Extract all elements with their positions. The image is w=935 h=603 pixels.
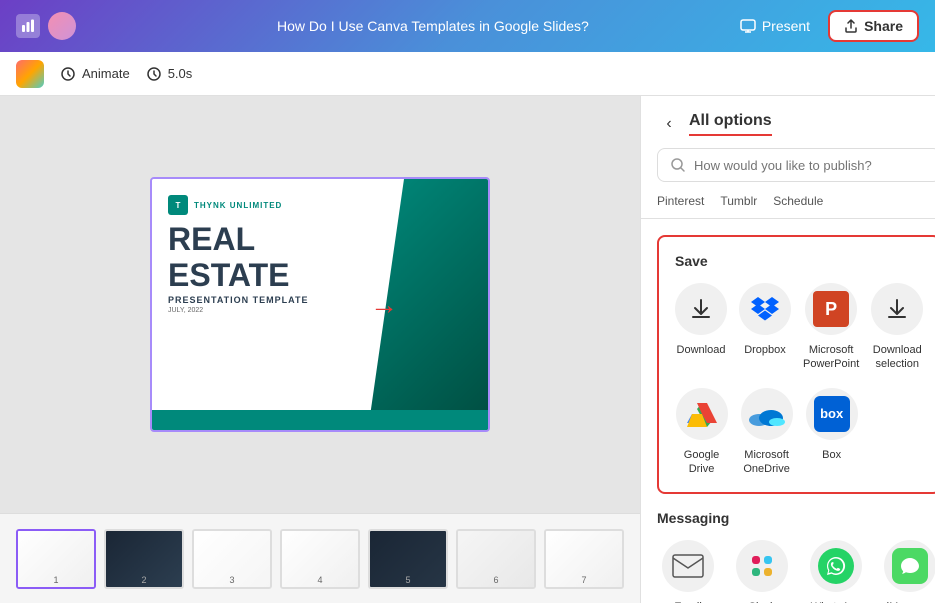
shortcut-tumblr[interactable]: Tumblr xyxy=(720,194,757,208)
email-icon-wrap xyxy=(662,540,714,592)
gdrive-label: Google Drive xyxy=(675,448,728,477)
filmstrip-slide-1[interactable]: 1 xyxy=(16,529,96,589)
save-item-powerpoint[interactable]: P Microsoft PowerPoint xyxy=(803,283,859,372)
avatar xyxy=(48,12,76,40)
ppt-icon: P xyxy=(813,291,849,327)
main-area: T THYNK UNLIMITED REAL ESTATE PRESENTATI… xyxy=(0,96,935,603)
duration-control[interactable]: 5.0s xyxy=(146,66,193,82)
messaging-item-email[interactable]: Email xyxy=(657,540,719,603)
ppt-label: Microsoft PowerPoint xyxy=(803,343,859,372)
box-icon-wrap-outer: box xyxy=(806,388,858,440)
header: How Do I Use Canva Templates in Google S… xyxy=(0,0,935,52)
ppt-icon-wrap: P xyxy=(805,283,857,335)
slide-bottom-bar xyxy=(152,410,488,430)
imessage-icon-wrap xyxy=(884,540,935,592)
whatsapp-icon-wrap xyxy=(810,540,862,592)
panel-back-button[interactable]: ‹ xyxy=(657,112,681,136)
slack-icon xyxy=(748,552,776,580)
save-item-download-selection[interactable]: Download selection xyxy=(871,283,923,372)
imessage-icon xyxy=(892,548,928,584)
panel-shortcuts: Pinterest Tumblr Schedule xyxy=(641,194,935,219)
save-item-onedrive[interactable]: Microsoft OneDrive xyxy=(740,388,793,477)
filmstrip-slide-6[interactable]: 6 xyxy=(456,529,536,589)
whatsapp-icon xyxy=(818,548,854,584)
save-item-box[interactable]: box Box xyxy=(805,388,858,477)
analytics-icon[interactable] xyxy=(16,14,40,38)
shortcut-pinterest[interactable]: Pinterest xyxy=(657,194,704,208)
shortcut-schedule[interactable]: Schedule xyxy=(773,194,823,208)
download-icon xyxy=(689,297,713,321)
dropbox-icon xyxy=(751,296,779,322)
slide-arrow: → xyxy=(370,289,398,321)
filmstrip-slide-3[interactable]: 3 xyxy=(192,529,272,589)
gdrive-icon xyxy=(687,401,717,427)
canvas-wrapper: T THYNK UNLIMITED REAL ESTATE PRESENTATI… xyxy=(0,96,640,603)
present-button[interactable]: Present xyxy=(730,12,820,40)
gdrive-icon-wrap xyxy=(676,388,728,440)
share-panel: ‹ All options Pinterest Tumblr Schedule … xyxy=(640,96,935,603)
save-item-download[interactable]: Download xyxy=(675,283,727,372)
download-selection-icon xyxy=(885,297,909,321)
canvas-top: T THYNK UNLIMITED REAL ESTATE PRESENTATI… xyxy=(0,96,640,513)
panel-title: All options xyxy=(689,112,772,136)
filmstrip-slide-4[interactable]: 4 xyxy=(280,529,360,589)
messaging-item-imessage[interactable]: iMessage xyxy=(879,540,935,603)
search-icon xyxy=(670,157,686,173)
brand-icon: T xyxy=(168,195,188,215)
dropbox-icon-wrap xyxy=(739,283,791,335)
save-section: Save Download xyxy=(657,235,935,494)
messaging-item-slack[interactable]: Slack xyxy=(731,540,793,603)
onedrive-icon-wrap xyxy=(741,388,793,440)
filmstrip-slide-5[interactable]: 5 xyxy=(368,529,448,589)
toolbar: Animate 5.0s xyxy=(0,52,935,96)
download-selection-icon-wrap xyxy=(871,283,923,335)
download-label: Download xyxy=(677,343,726,357)
search-input[interactable] xyxy=(694,158,928,173)
brand-text: THYNK UNLIMITED xyxy=(194,201,282,210)
panel-header: ‹ All options xyxy=(641,96,935,136)
messaging-grid: Email Slack xyxy=(657,540,935,603)
box-icon: box xyxy=(814,396,850,432)
save-item-gdrive[interactable]: Google Drive xyxy=(675,388,728,477)
filmstrip-slide-2[interactable]: 2 xyxy=(104,529,184,589)
save-section-title: Save xyxy=(675,253,923,269)
panel-body: Save Download xyxy=(641,219,935,603)
messaging-section-title: Messaging xyxy=(657,510,935,526)
panel-search-container xyxy=(657,148,935,182)
slack-icon-wrap xyxy=(736,540,788,592)
dropbox-label: Dropbox xyxy=(744,343,786,357)
box-label: Box xyxy=(822,448,841,462)
filmstrip: 1 2 3 4 5 6 7 xyxy=(0,513,640,603)
download-selection-label: Download selection xyxy=(871,343,923,372)
logo-icon[interactable] xyxy=(16,60,44,88)
save-item-dropbox[interactable]: Dropbox xyxy=(739,283,791,372)
share-button[interactable]: Share xyxy=(828,10,919,42)
header-title: How Do I Use Canva Templates in Google S… xyxy=(136,18,730,34)
onedrive-icon xyxy=(749,402,785,426)
save-grid-row1: Download Drop xyxy=(675,283,923,372)
filmstrip-slide-7[interactable]: 7 xyxy=(544,529,624,589)
messaging-section: Messaging Email xyxy=(657,510,935,603)
save-grid-row2: Google Drive Microsoft OneDrive xyxy=(675,388,923,477)
messaging-item-whatsapp[interactable]: WhatsApp xyxy=(805,540,867,603)
slide-preview: T THYNK UNLIMITED REAL ESTATE PRESENTATI… xyxy=(150,177,490,432)
email-icon xyxy=(672,554,704,578)
header-actions: Present Share xyxy=(730,10,919,42)
download-icon-wrap xyxy=(675,283,727,335)
onedrive-label: Microsoft OneDrive xyxy=(740,448,793,477)
animate-control[interactable]: Animate xyxy=(60,66,130,82)
